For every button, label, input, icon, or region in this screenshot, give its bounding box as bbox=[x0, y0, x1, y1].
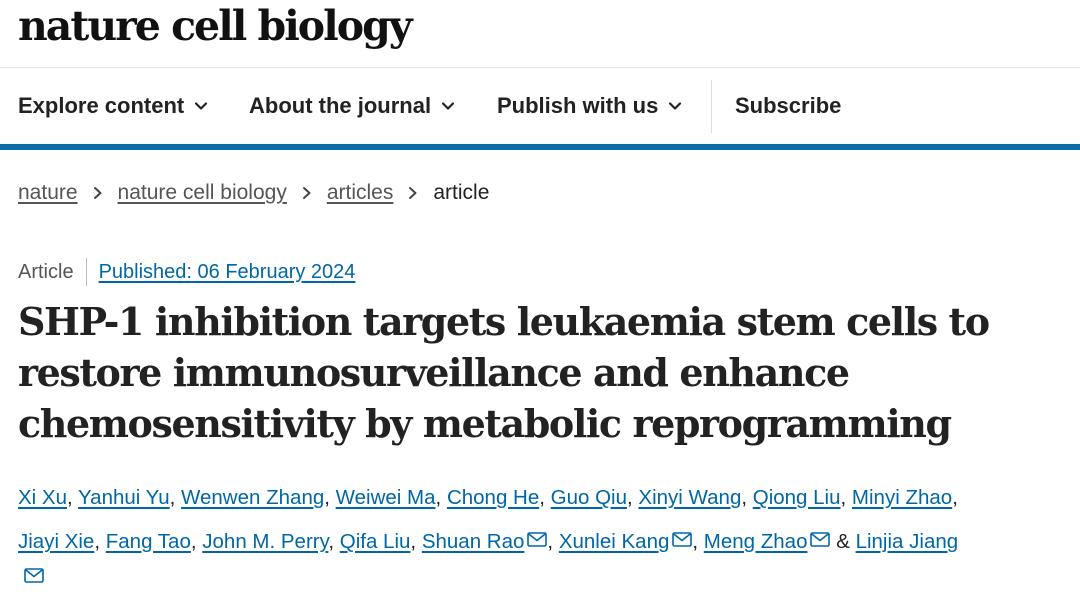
chevron-down-icon bbox=[194, 99, 208, 113]
author-separator: , bbox=[840, 486, 847, 509]
nav-label: Explore content bbox=[18, 93, 185, 118]
breadcrumb-articles[interactable]: articles bbox=[327, 181, 394, 205]
nav-subscribe[interactable]: Subscribe bbox=[735, 93, 841, 119]
author-link[interactable]: Qifa Liu bbox=[340, 530, 411, 553]
author-separator: , bbox=[67, 486, 73, 509]
author-link[interactable]: Xi Xu bbox=[18, 486, 67, 509]
chevron-right-icon bbox=[92, 186, 104, 200]
author-link[interactable]: Weiwei Ma bbox=[336, 486, 436, 509]
journal-logo[interactable]: nature cell biology bbox=[18, 2, 413, 50]
breadcrumb-current: article bbox=[433, 181, 490, 204]
breadcrumb-nature[interactable]: nature bbox=[18, 181, 78, 205]
mail-icon[interactable] bbox=[810, 532, 831, 547]
nav-label: About the journal bbox=[249, 93, 432, 118]
author-link[interactable]: Jiayi Xie bbox=[18, 530, 94, 553]
chevron-right-icon bbox=[407, 186, 419, 200]
author-ampersand: & bbox=[836, 530, 850, 553]
author-link[interactable]: John M. Perry bbox=[202, 530, 328, 553]
chevron-down-icon bbox=[441, 99, 455, 113]
author-separator: , bbox=[169, 486, 176, 509]
author-link[interactable]: Linjia Jiang bbox=[856, 530, 959, 553]
chevron-down-icon bbox=[668, 99, 682, 113]
author-separator: , bbox=[741, 486, 748, 509]
author-link[interactable]: Fang Tao bbox=[106, 530, 191, 553]
article-title: SHP-1 inhibition targets leukaemia stem … bbox=[18, 299, 990, 446]
author-link[interactable]: Guo Qiu bbox=[551, 486, 627, 509]
published-date-link[interactable]: Published: 06 February 2024 bbox=[99, 261, 356, 284]
breadcrumb-journal[interactable]: nature cell biology bbox=[118, 181, 287, 205]
nav-explore-content[interactable]: Explore content bbox=[18, 93, 208, 119]
nav-label: Subscribe bbox=[735, 93, 842, 118]
author-link[interactable]: Yanhui Yu bbox=[78, 486, 170, 509]
author-separator: , bbox=[410, 530, 417, 553]
author-separator: , bbox=[435, 486, 442, 509]
author-link[interactable]: Xinyi Wang bbox=[638, 486, 741, 509]
article-meta: Article Published: 06 February 2024 bbox=[18, 258, 355, 286]
author-separator: , bbox=[539, 486, 545, 509]
breadcrumb: nature nature cell biology articles arti… bbox=[18, 181, 489, 205]
article-type: Article bbox=[18, 260, 74, 283]
mail-icon[interactable] bbox=[24, 568, 44, 583]
author-link[interactable]: Minyi Zhao bbox=[852, 486, 952, 509]
author-link[interactable]: Shuan Rao bbox=[422, 530, 525, 553]
author-separator: , bbox=[627, 486, 633, 509]
author-separator: , bbox=[328, 530, 335, 553]
nav-separator bbox=[711, 80, 712, 133]
author-separator: , bbox=[692, 530, 699, 553]
author-separator: , bbox=[324, 486, 330, 509]
author-separator: , bbox=[547, 530, 554, 553]
author-separator: , bbox=[190, 530, 197, 553]
chevron-right-icon bbox=[301, 186, 313, 200]
author-separator: , bbox=[94, 530, 101, 553]
nav-publish-with-us[interactable]: Publish with us bbox=[497, 93, 682, 119]
main-nav: Explore content About the journal Publis… bbox=[0, 68, 1080, 144]
author-link[interactable]: Wenwen Zhang bbox=[181, 486, 324, 509]
nav-about-journal[interactable]: About the journal bbox=[249, 93, 455, 119]
author-link[interactable]: Chong He bbox=[447, 486, 539, 509]
author-list: Xi Xu, Yanhui Yu, Wenwen Zhang, Weiwei M… bbox=[18, 476, 1068, 564]
nav-label: Publish with us bbox=[497, 93, 659, 118]
accent-bar bbox=[0, 144, 1080, 150]
mail-icon[interactable] bbox=[672, 532, 693, 547]
mail-icon[interactable] bbox=[527, 532, 548, 547]
author-link[interactable]: Xunlei Kang bbox=[559, 530, 670, 553]
author-link[interactable]: Qiong Liu bbox=[753, 486, 841, 509]
author-link[interactable]: Meng Zhao bbox=[704, 530, 808, 553]
author-separator: , bbox=[952, 486, 958, 509]
meta-divider bbox=[85, 258, 87, 286]
